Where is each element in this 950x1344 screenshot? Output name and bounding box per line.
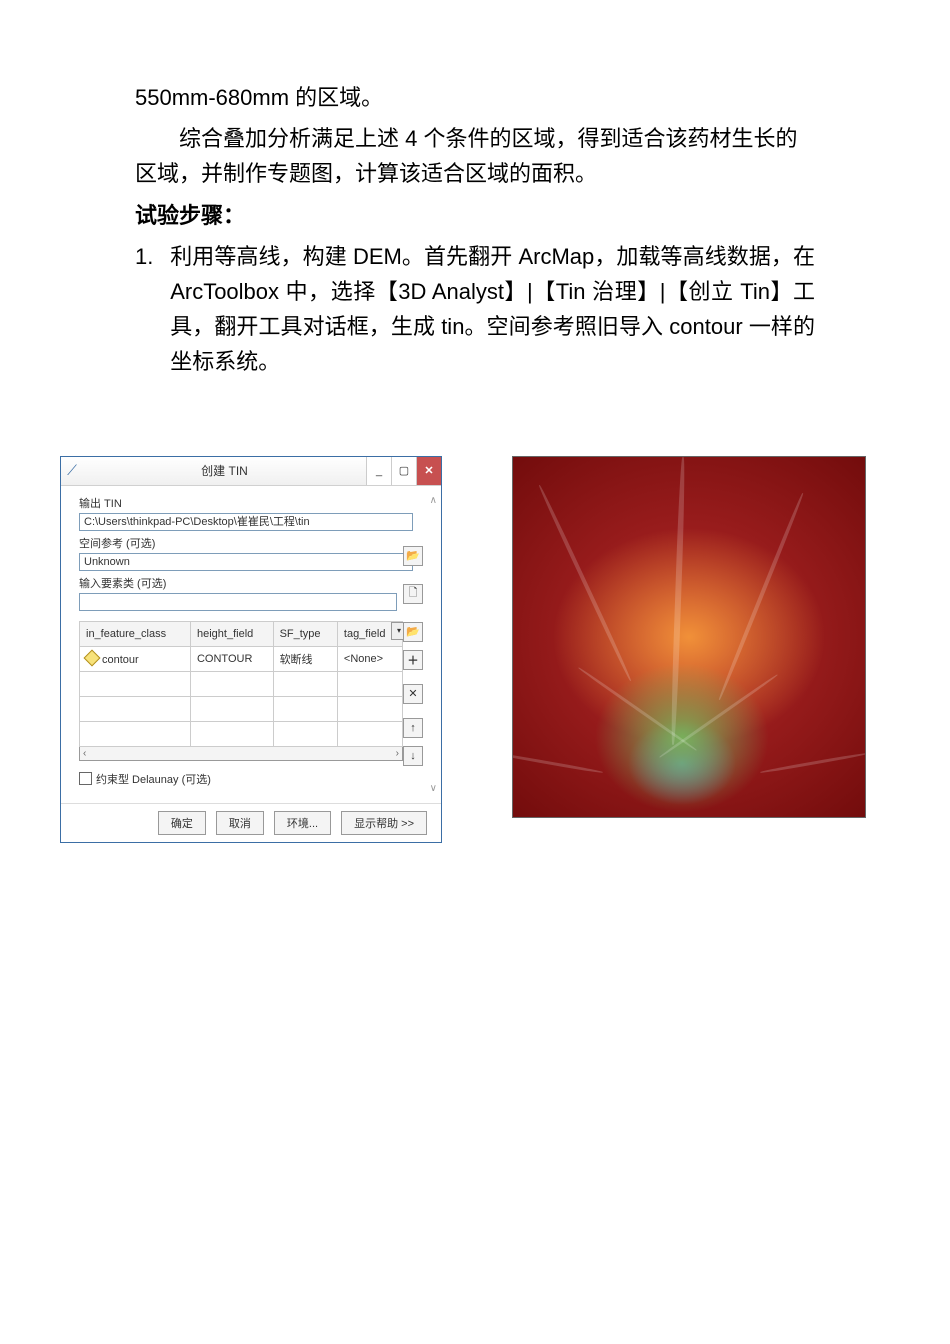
cancel-button[interactable]: 取消 [216, 811, 264, 835]
browse-output-button[interactable]: 📂 [403, 546, 423, 566]
create-tin-dialog: ⟋ 创建 TIN _ ▢ ✕ ∧ ∨ 输出 TIN C:\Users\think… [60, 456, 442, 843]
dialog-title: 创建 TIN [83, 462, 366, 479]
output-tin-label: 输出 TIN [79, 495, 423, 511]
table-row[interactable] [80, 721, 403, 746]
col-height-field: height_field [190, 621, 273, 646]
maximize-button[interactable]: ▢ [391, 457, 416, 485]
step-1: 1. 利用等高线，构建 DEM。首先翻开 ArcMap，加载等高线数据，在 Ar… [135, 239, 815, 380]
browse-sr-button[interactable]: 🗋 [403, 584, 423, 604]
help-button[interactable]: 显示帮助 >> [341, 811, 427, 835]
cell-height: CONTOUR [190, 646, 273, 671]
minimize-button[interactable]: _ [366, 457, 391, 485]
dialog-titlebar[interactable]: ⟋ 创建 TIN _ ▢ ✕ [61, 457, 441, 486]
cell-feature: contour [102, 654, 139, 666]
col-feature-class: in_feature_class [80, 621, 191, 646]
spatial-ref-input[interactable]: Unknown [79, 553, 413, 571]
steps-heading: 试验步骤： [135, 198, 815, 233]
move-up-button[interactable]: ↑ [403, 718, 423, 738]
table-row[interactable]: contour CONTOUR 软断线 <None> [80, 646, 403, 671]
scroll-down-icon[interactable]: ∨ [430, 783, 437, 794]
spatial-ref-label: 空间参考 (可选) [79, 535, 423, 551]
add-row-button[interactable]: ＋ [403, 650, 423, 670]
document-body: 550mm-680mm 的区域。 综合叠加分析满足上述 4 个条件的区域，得到适… [0, 0, 950, 426]
dialog-footer: 确定 取消 环境... 显示帮助 >> [61, 803, 441, 842]
col-sf-type: SF_type [273, 621, 337, 646]
tool-icon: ⟋ [61, 462, 83, 479]
step-text: 利用等高线，构建 DEM。首先翻开 ArcMap，加载等高线数据，在 ArcTo… [170, 239, 815, 380]
table-hscroll[interactable]: ‹› [79, 747, 403, 761]
table-header-row: in_feature_class height_field SF_type ta… [80, 621, 403, 646]
input-fc-input[interactable] [79, 593, 397, 611]
browse-input-button[interactable]: 📂 [403, 622, 423, 642]
env-button[interactable]: 环境... [274, 811, 331, 835]
polygon-icon [84, 650, 101, 667]
close-button[interactable]: ✕ [416, 457, 441, 485]
output-tin-input[interactable]: C:\Users\thinkpad-PC\Desktop\崔崔民\工程\tin [79, 513, 413, 531]
delaunay-checkbox[interactable]: 约束型 Delaunay (可选) [79, 771, 423, 787]
prev-fragment: 550mm-680mm 的区域。 [135, 80, 815, 115]
delaunay-label: 约束型 Delaunay (可选) [96, 771, 211, 787]
summary-paragraph: 综合叠加分析满足上述 4 个条件的区域，得到适合该药材生长的区域，并制作专题图，… [135, 121, 815, 191]
ok-button[interactable]: 确定 [158, 811, 206, 835]
input-fc-label: 输入要素类 (可选) [79, 575, 423, 591]
cell-sf: 软断线 [273, 646, 337, 671]
tin-result-image [512, 456, 866, 818]
scroll-up-icon[interactable]: ∧ [430, 495, 437, 506]
input-feature-table: in_feature_class height_field SF_type ta… [79, 621, 403, 747]
table-row[interactable] [80, 671, 403, 696]
table-row[interactable] [80, 696, 403, 721]
move-down-button[interactable]: ↓ [403, 746, 423, 766]
cell-tag: <None> [337, 646, 402, 671]
checkbox-icon [79, 772, 92, 785]
step-number: 1. [135, 239, 170, 380]
remove-row-button[interactable]: ✕ [403, 684, 423, 704]
